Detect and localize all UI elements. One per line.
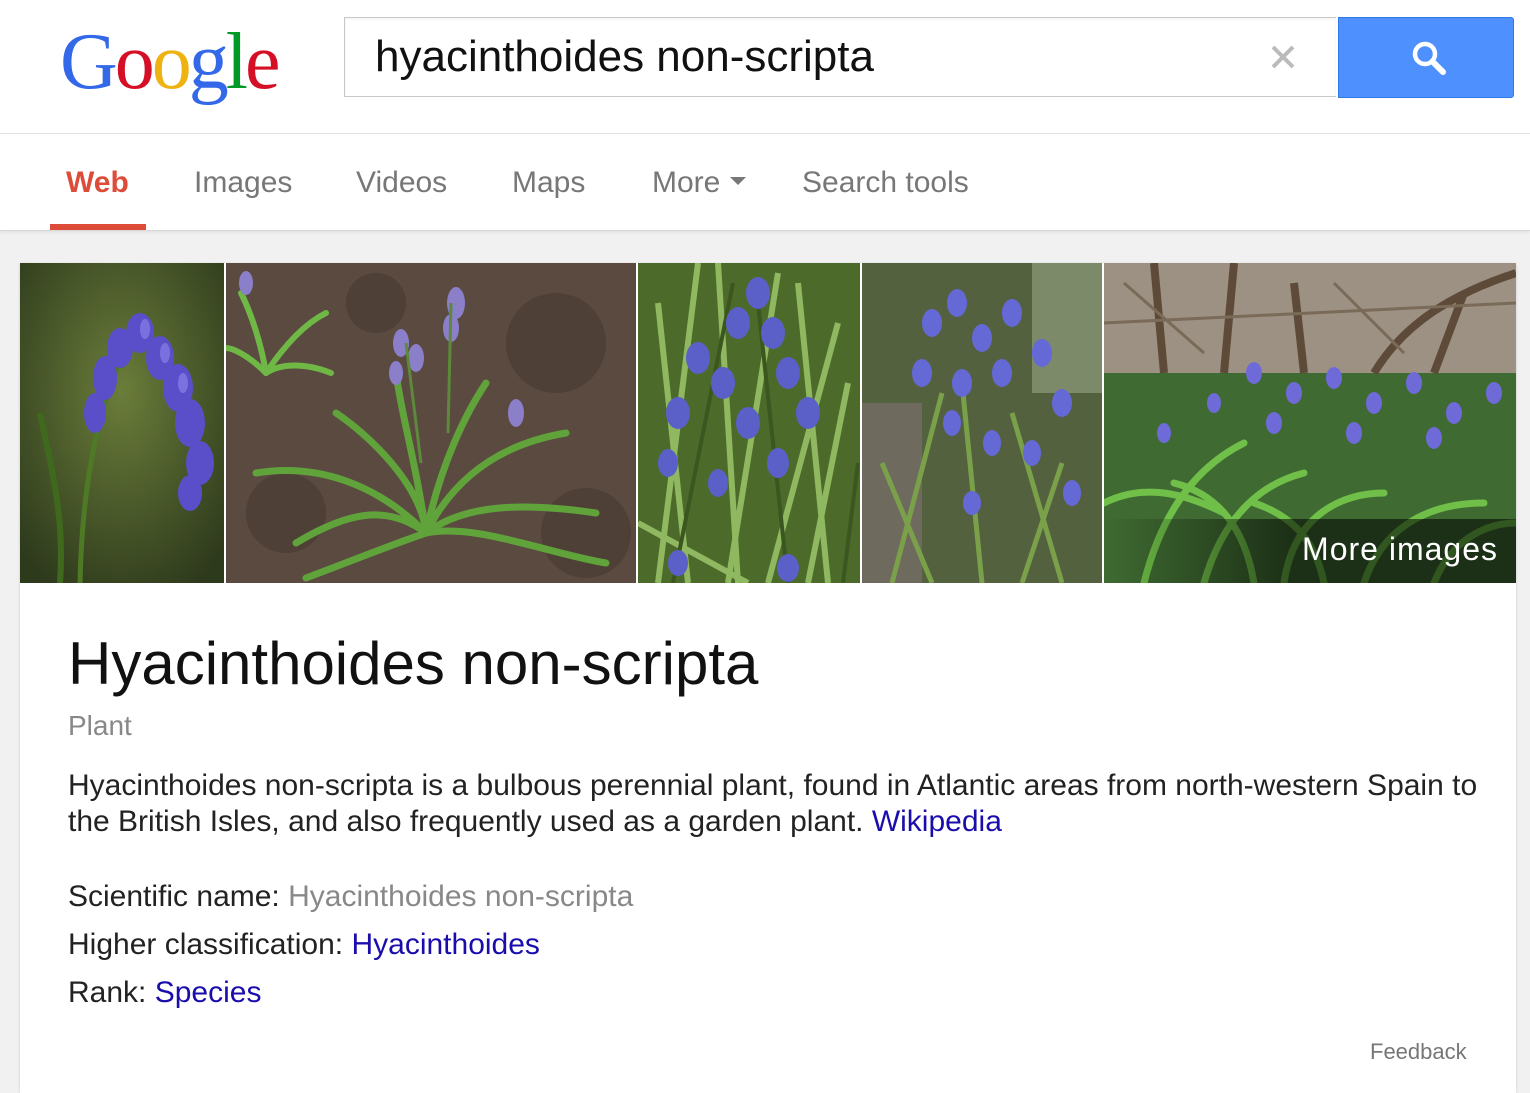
search-input[interactable] bbox=[375, 28, 1235, 86]
google-logo[interactable]: Google bbox=[60, 12, 280, 112]
search-tabs: Web Images Videos Maps More Search tools bbox=[0, 134, 1530, 231]
fact-label: Higher classification: bbox=[68, 928, 344, 961]
logo-letter: g bbox=[188, 18, 229, 106]
tab-web[interactable]: Web bbox=[66, 134, 129, 230]
tab-more-label: More bbox=[652, 166, 721, 199]
tab-search-tools[interactable]: Search tools bbox=[802, 134, 969, 230]
logo-letter: e bbox=[245, 18, 280, 106]
clear-icon[interactable] bbox=[1266, 40, 1300, 74]
tab-maps[interactable]: Maps bbox=[512, 134, 585, 230]
image-strip: More images bbox=[20, 263, 1516, 583]
tab-images[interactable]: Images bbox=[194, 134, 292, 230]
header: Google bbox=[0, 0, 1530, 134]
wikipedia-link[interactable]: Wikipedia bbox=[872, 805, 1002, 838]
search-icon bbox=[1412, 41, 1446, 75]
fact-scientific-name: Scientific name: Hyacinthoides non-scrip… bbox=[68, 880, 633, 914]
search-box bbox=[344, 17, 1336, 97]
logo-letter: l bbox=[225, 18, 248, 106]
logo-letter: o bbox=[114, 18, 155, 106]
plant-image-thumbnail[interactable] bbox=[226, 263, 636, 583]
entity-type: Plant bbox=[68, 710, 132, 741]
fact-rank: Rank: Species bbox=[68, 976, 261, 1010]
feedback-link[interactable]: Feedback bbox=[1370, 1039, 1467, 1065]
more-images-button[interactable]: More images bbox=[1104, 519, 1516, 583]
tab-videos[interactable]: Videos bbox=[356, 134, 447, 230]
tab-more[interactable]: More bbox=[652, 134, 747, 230]
plant-image-thumbnail[interactable] bbox=[638, 263, 860, 583]
entity-description: Hyacinthoides non-scripta is a bulbous p… bbox=[68, 768, 1478, 840]
description-text: Hyacinthoides non-scripta is a bulbous p… bbox=[68, 769, 1478, 838]
active-tab-indicator bbox=[50, 224, 146, 230]
fact-label: Scientific name: bbox=[68, 880, 280, 913]
fact-label: Rank: bbox=[68, 976, 147, 1009]
fact-value: Hyacinthoides non-scripta bbox=[288, 880, 634, 913]
plant-image-thumbnail[interactable] bbox=[862, 263, 1102, 583]
logo-letter: o bbox=[151, 18, 192, 106]
more-images-label: More images bbox=[1302, 531, 1498, 567]
fact-higher-classification: Higher classification: Hyacinthoides bbox=[68, 928, 540, 962]
knowledge-panel: More images Hyacinthoides non-scripta Pl… bbox=[20, 263, 1516, 1093]
entity-title: Hyacinthoides non-scripta bbox=[68, 630, 759, 697]
plant-image-thumbnail[interactable] bbox=[20, 263, 224, 583]
rank-link[interactable]: Species bbox=[155, 976, 262, 1009]
higher-classification-link[interactable]: Hyacinthoides bbox=[351, 928, 539, 961]
search-button[interactable] bbox=[1338, 17, 1514, 98]
logo-letter: G bbox=[60, 18, 118, 106]
caret-down-icon bbox=[730, 177, 747, 186]
